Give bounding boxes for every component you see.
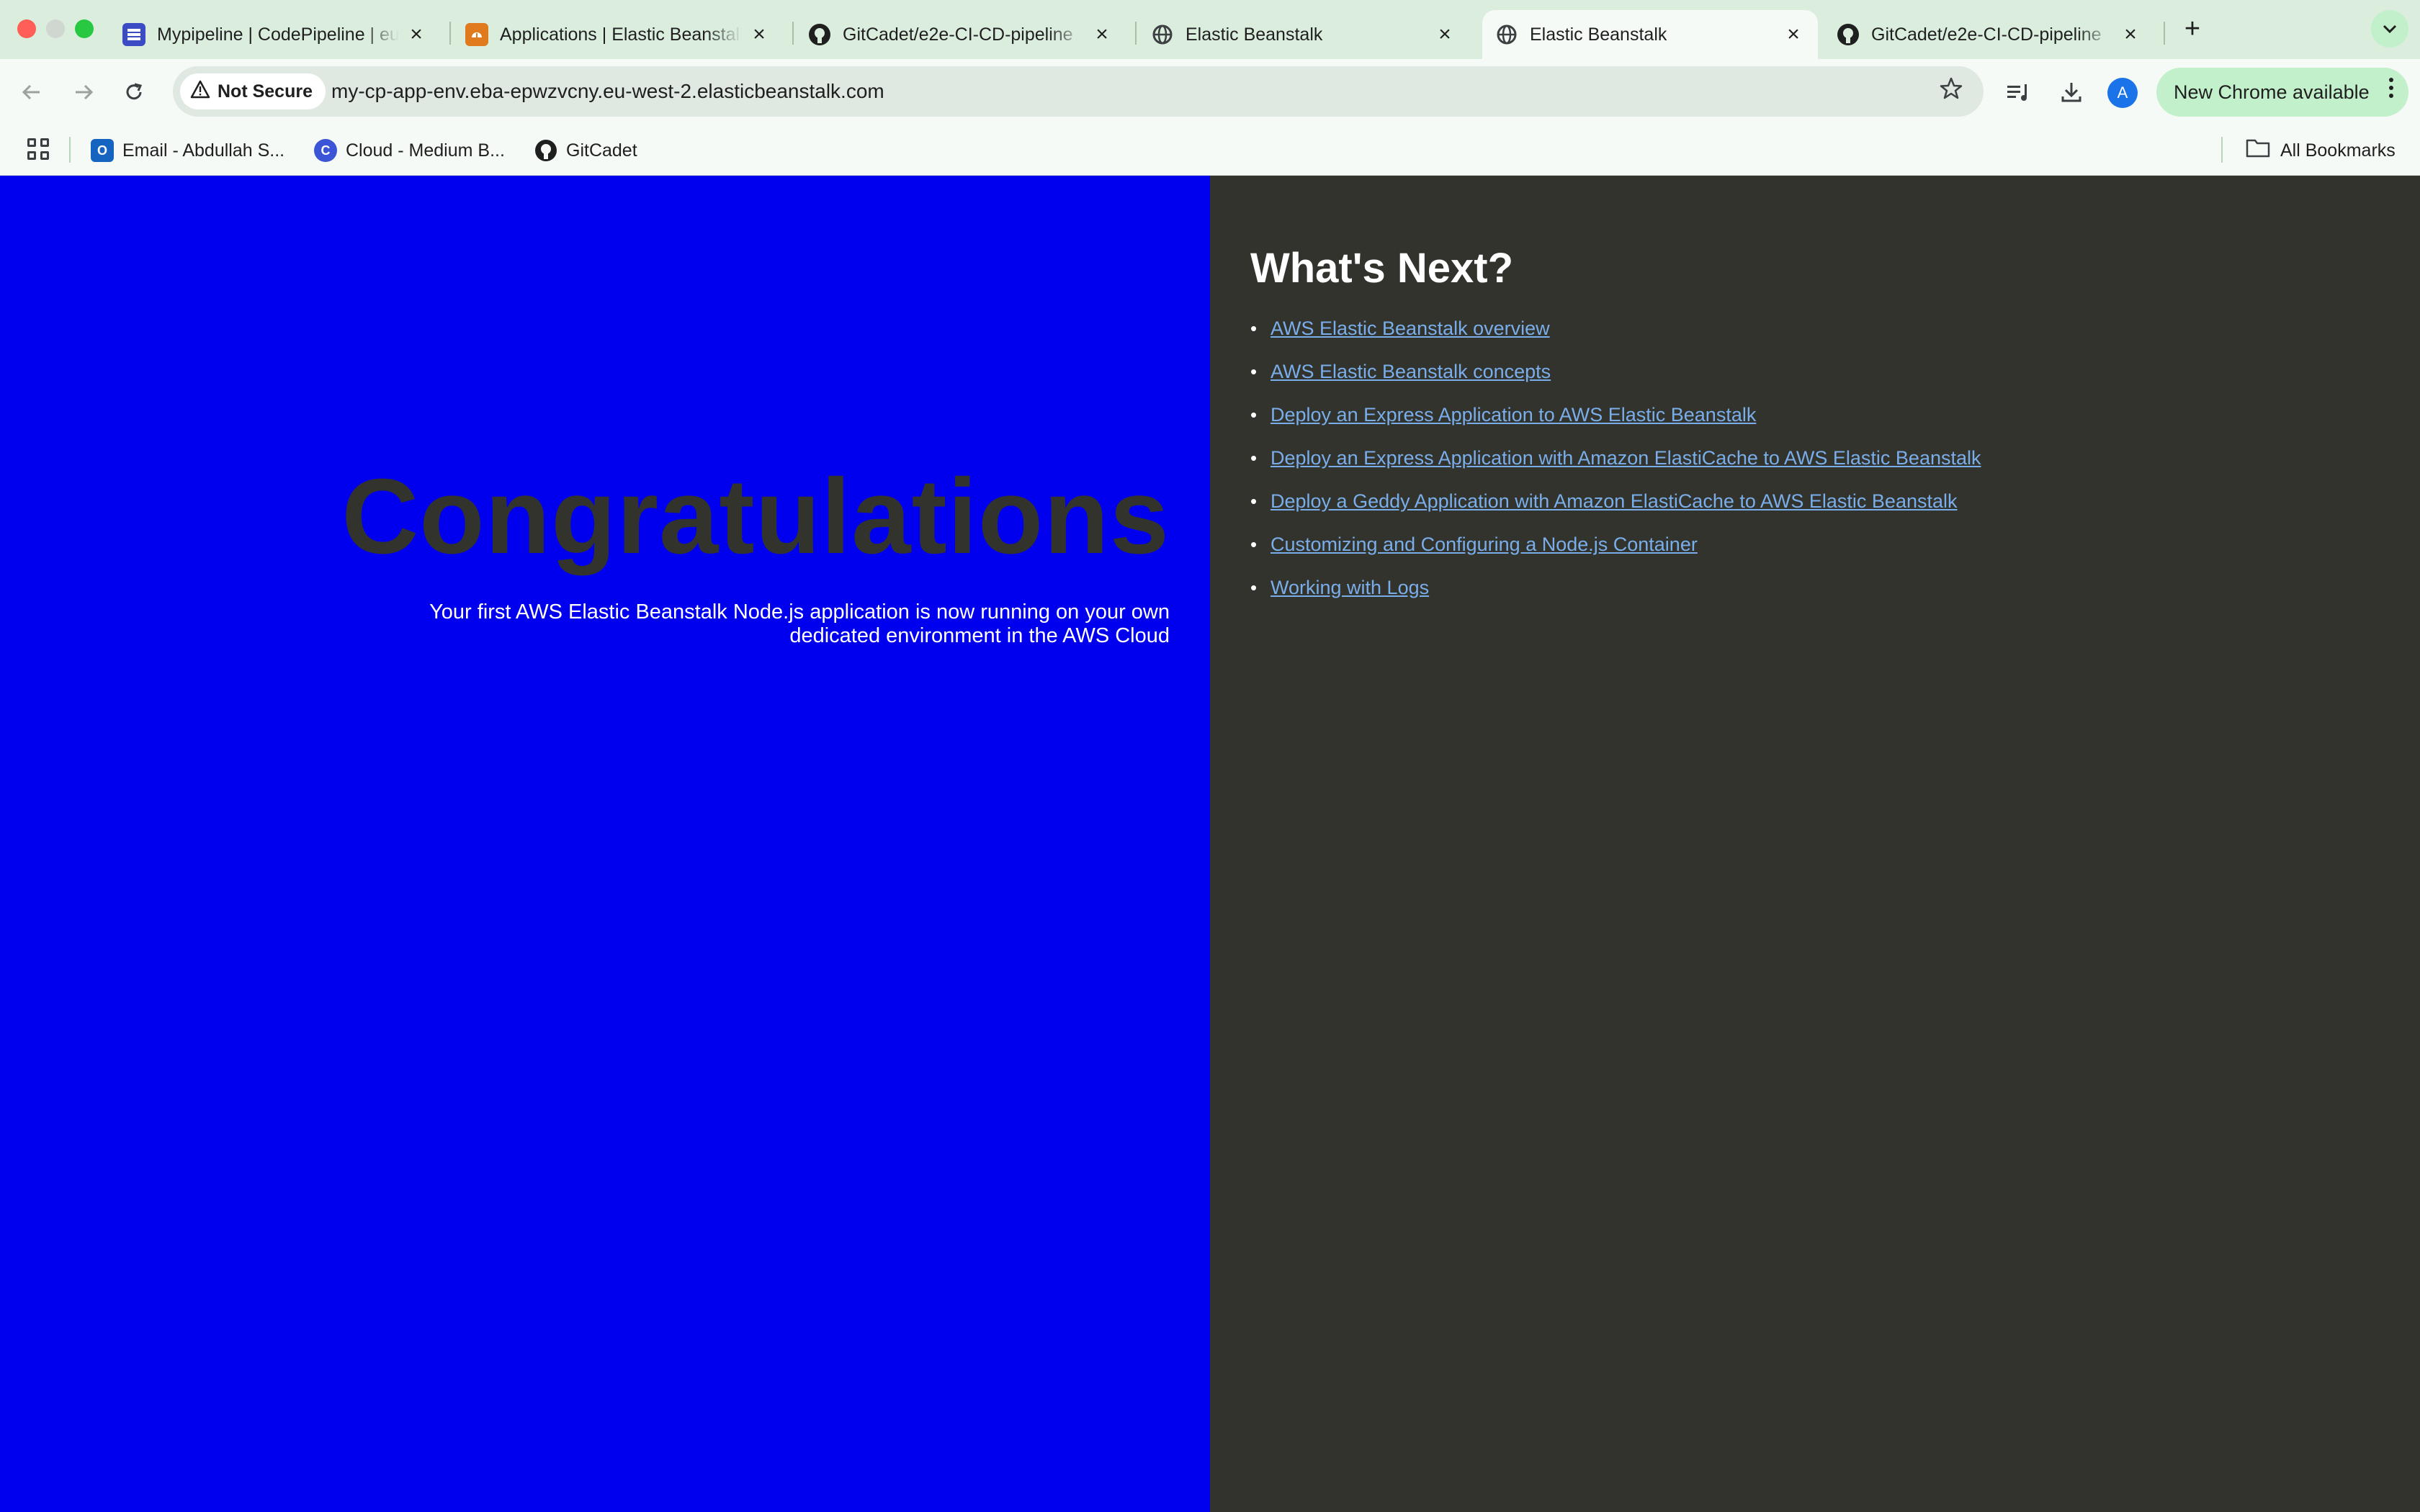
tab-title: GitCadet/e2e-CI-CD-pipeline (843, 24, 1073, 45)
tab-github-repo[interactable]: GitCadet/e2e-CI-CD-pipeline × (795, 10, 1126, 59)
bullet-icon: • (1250, 446, 1258, 469)
chevron-down-icon (2382, 19, 2398, 38)
profile-avatar[interactable]: A (2107, 78, 2138, 108)
tab-title: Applications | Elastic Beanstalk (500, 24, 742, 45)
all-bookmarks-button[interactable]: All Bookmarks (2246, 125, 2396, 176)
bookmarks-separator (69, 137, 71, 163)
congratulations-heading: Congratulations (341, 457, 1170, 576)
reload-button[interactable] (115, 73, 153, 111)
tab-elastic-beanstalk[interactable]: Elastic Beanstalk × (1138, 10, 1469, 59)
bookmarks-separator (2221, 137, 2223, 163)
tab-close-button[interactable]: × (1782, 22, 1805, 46)
congratulations-subtext: Your first AWS Elastic Beanstalk Node.js… (429, 600, 1170, 647)
tab-separator (792, 22, 794, 45)
tab-close-button[interactable]: × (1090, 22, 1113, 46)
link-working-with-logs[interactable]: Working with Logs (1270, 577, 1429, 599)
bullet-icon: • (1250, 403, 1258, 426)
tab-title: GitCadet/e2e-CI-CD-pipeline (1871, 24, 2102, 45)
left-panel: Congratulations Your first AWS Elastic B… (0, 176, 1210, 1512)
arrow-right-icon (76, 84, 94, 100)
bookmark-gitcadet[interactable]: GitCadet (534, 125, 637, 176)
bullet-icon: • (1250, 533, 1258, 555)
bullet-icon: • (1250, 317, 1258, 339)
all-bookmarks-label: All Bookmarks (2280, 140, 2396, 161)
tab-separator (2164, 22, 2165, 45)
medium-icon: C (314, 139, 337, 162)
browser-toolbar: Not Secure my-cp-app-env.eba-epwzvcny.eu… (0, 59, 2420, 125)
update-label: New Chrome available (2174, 81, 2370, 103)
bullet-icon: • (1250, 360, 1258, 382)
list-item: • Customizing and Configuring a Node.js C… (1250, 523, 1981, 566)
link-eb-overview[interactable]: AWS Elastic Beanstalk overview (1270, 318, 1550, 340)
whats-next-heading: What's Next? (1250, 245, 1514, 292)
media-controls-icon[interactable] (1999, 73, 2037, 111)
list-item: • Deploy a Geddy Application with Amazon … (1250, 480, 1981, 523)
bullet-icon: • (1250, 490, 1258, 512)
bookmark-label: Cloud - Medium B... (346, 140, 505, 161)
codepipeline-icon (122, 23, 145, 46)
tab-close-button[interactable]: × (1433, 22, 1456, 46)
link-eb-concepts[interactable]: AWS Elastic Beanstalk concepts (1270, 361, 1551, 383)
link-customizing-nodejs[interactable]: Customizing and Configuring a Node.js Co… (1270, 534, 1698, 556)
security-indicator[interactable]: Not Secure (180, 73, 326, 109)
tab-elastic-beanstalk-active[interactable]: Elastic Beanstalk × (1482, 10, 1818, 59)
globe-icon (1495, 23, 1518, 46)
back-button[interactable] (13, 73, 50, 111)
tab-codepipeline[interactable]: Mypipeline | CodePipeline | eu-west-2 × (109, 10, 441, 59)
tab-title: Elastic Beanstalk (1186, 24, 1323, 45)
apps-grid-icon[interactable] (26, 137, 50, 161)
tab-elastic-beanstalk-apps[interactable]: Applications | Elastic Beanstalk × (452, 10, 784, 59)
maximize-window-button[interactable] (75, 19, 94, 38)
tab-close-button[interactable]: × (2119, 22, 2142, 46)
new-chrome-available-button[interactable]: New Chrome available (2156, 68, 2408, 117)
link-deploy-express-elasticache[interactable]: Deploy an Express Application with Amazo… (1270, 447, 1981, 469)
bookmark-email[interactable]: O Email - Abdullah S... (91, 125, 284, 176)
warning-icon (190, 80, 210, 104)
bookmark-star-icon[interactable] (1939, 76, 1963, 107)
list-item: • AWS Elastic Beanstalk concepts (1250, 350, 1981, 393)
tab-title: Mypipeline | CodePipeline | eu-west-2 (157, 24, 399, 45)
list-item: • Working with Logs (1250, 566, 1981, 609)
globe-icon (1151, 23, 1174, 46)
outlook-icon: O (91, 139, 114, 162)
tab-close-button[interactable]: × (405, 22, 428, 46)
reload-icon (126, 83, 143, 100)
github-icon (1837, 23, 1860, 46)
new-tab-button[interactable]: + (2178, 14, 2207, 44)
github-icon (534, 139, 557, 162)
forward-button[interactable] (65, 73, 102, 111)
tab-separator (1135, 22, 1137, 45)
list-item: • AWS Elastic Beanstalk overview (1250, 307, 1981, 350)
bookmark-label: Email - Abdullah S... (122, 140, 285, 161)
list-item: • Deploy an Express Application with Amaz… (1250, 436, 1981, 480)
bookmark-medium[interactable]: C Cloud - Medium B... (314, 125, 505, 176)
minimize-window-button[interactable] (46, 19, 65, 38)
security-label: Not Secure (218, 81, 313, 102)
bookmarks-bar: O Email - Abdullah S... C Cloud - Medium… (0, 125, 2420, 176)
more-menu-icon[interactable] (2388, 76, 2394, 107)
address-bar[interactable]: Not Secure my-cp-app-env.eba-epwzvcny.eu… (173, 66, 1984, 117)
tab-search-button[interactable] (2371, 10, 2408, 48)
link-deploy-geddy-elasticache[interactable]: Deploy a Geddy Application with Amazon E… (1270, 490, 1958, 513)
right-panel: What's Next? • AWS Elastic Beanstalk over… (1210, 176, 2420, 1512)
downloads-icon[interactable] (2053, 73, 2090, 111)
tab-github-repo-2[interactable]: GitCadet/e2e-CI-CD-pipeline × (1824, 10, 2155, 59)
elastic-beanstalk-icon (465, 23, 488, 46)
page-viewport: Congratulations Your first AWS Elastic B… (0, 176, 2420, 1512)
bookmark-label: GitCadet (566, 140, 637, 161)
tab-close-button[interactable]: × (748, 22, 771, 46)
url-text[interactable]: my-cp-app-env.eba-epwzvcny.eu-west-2.ela… (331, 66, 884, 117)
arrow-left-icon (22, 84, 40, 100)
tab-strip: Mypipeline | CodePipeline | eu-west-2 × … (0, 0, 2420, 59)
link-deploy-express[interactable]: Deploy an Express Application to AWS Ela… (1270, 404, 1756, 426)
folder-icon (2246, 138, 2270, 163)
github-icon (808, 23, 831, 46)
close-window-button[interactable] (17, 19, 36, 38)
tab-separator (449, 22, 451, 45)
whats-next-list: • AWS Elastic Beanstalk overview • AWS Ela… (1250, 307, 1981, 609)
tab-title: Elastic Beanstalk (1530, 24, 1667, 45)
bullet-icon: • (1250, 576, 1258, 598)
list-item: • Deploy an Express Application to AWS El… (1250, 393, 1981, 436)
